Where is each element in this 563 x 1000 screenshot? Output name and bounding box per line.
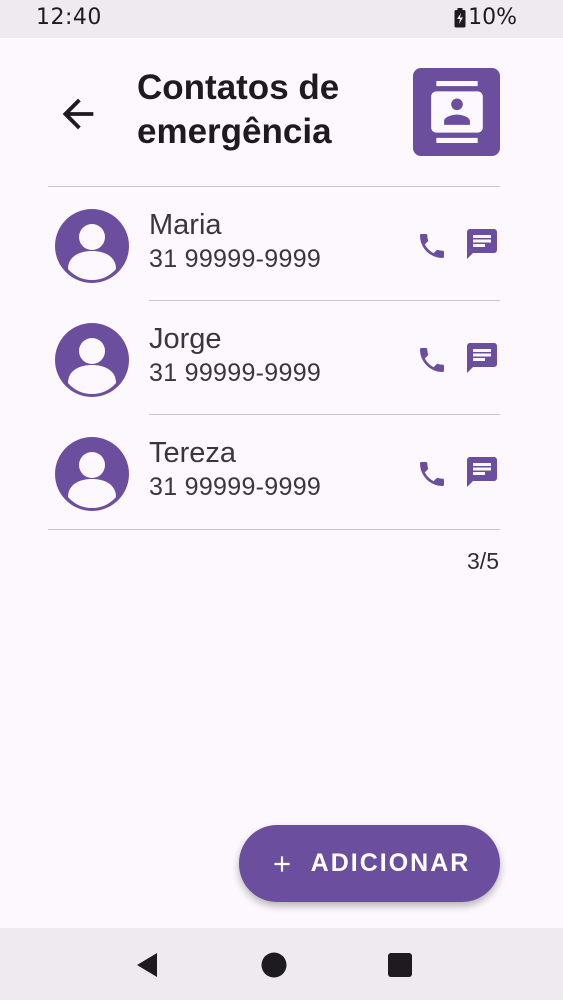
call-button[interactable] <box>412 340 452 380</box>
message-button[interactable] <box>462 338 502 378</box>
contact-row[interactable]: Maria 31 99999-9999 <box>48 187 500 300</box>
nav-back-icon <box>137 953 157 977</box>
back-button[interactable] <box>48 84 108 144</box>
screen: 12:40 10% Contatos de emergência Maria 3… <box>0 0 563 1000</box>
avatar <box>55 209 129 283</box>
nav-home-icon <box>261 952 287 978</box>
message-icon <box>467 229 497 259</box>
message-button[interactable] <box>462 452 502 492</box>
add-contact-label: ADICIONAR <box>310 849 471 877</box>
contacts-badge[interactable] <box>413 68 500 156</box>
page-title: Contatos de emergência <box>137 68 340 151</box>
nav-back-button[interactable] <box>130 948 164 982</box>
nav-recents-button[interactable] <box>383 948 417 982</box>
contact-row[interactable]: Tereza 31 99999-9999 <box>48 415 500 528</box>
plus-icon <box>274 855 290 872</box>
status-bar: 12:40 10% <box>0 0 563 38</box>
contact-name: Maria <box>149 209 222 241</box>
battery-percent: 10% <box>468 5 517 30</box>
battery-charging-icon <box>454 7 466 27</box>
add-contact-button[interactable]: ADICIONAR <box>239 825 500 902</box>
message-icon <box>467 343 497 373</box>
contact-name: Tereza <box>149 437 237 469</box>
nav-recents-icon <box>388 953 412 977</box>
contact-card-icon <box>430 81 483 143</box>
contacts-counter: 3/5 <box>467 548 499 574</box>
person-icon <box>68 338 116 394</box>
navigation-bar <box>0 928 563 1000</box>
nav-home-button[interactable] <box>257 948 291 982</box>
message-button[interactable] <box>462 224 502 264</box>
phone-icon <box>420 462 444 486</box>
contact-name: Jorge <box>149 323 222 355</box>
message-icon <box>467 457 497 487</box>
call-button[interactable] <box>412 226 452 266</box>
list-bottom-divider <box>48 529 500 530</box>
contact-phone: 31 99999-9999 <box>149 473 322 501</box>
person-icon <box>68 224 116 280</box>
phone-icon <box>420 234 444 258</box>
arrow-left-icon <box>62 98 94 130</box>
contact-phone: 31 99999-9999 <box>149 359 322 387</box>
status-time: 12:40 <box>36 5 102 30</box>
call-button[interactable] <box>412 454 452 494</box>
person-icon <box>68 452 116 508</box>
phone-icon <box>420 348 444 372</box>
avatar <box>55 437 129 511</box>
contact-row[interactable]: Jorge 31 99999-9999 <box>48 301 500 414</box>
status-battery: 10% <box>454 5 517 30</box>
avatar <box>55 323 129 397</box>
contact-phone: 31 99999-9999 <box>149 245 322 273</box>
